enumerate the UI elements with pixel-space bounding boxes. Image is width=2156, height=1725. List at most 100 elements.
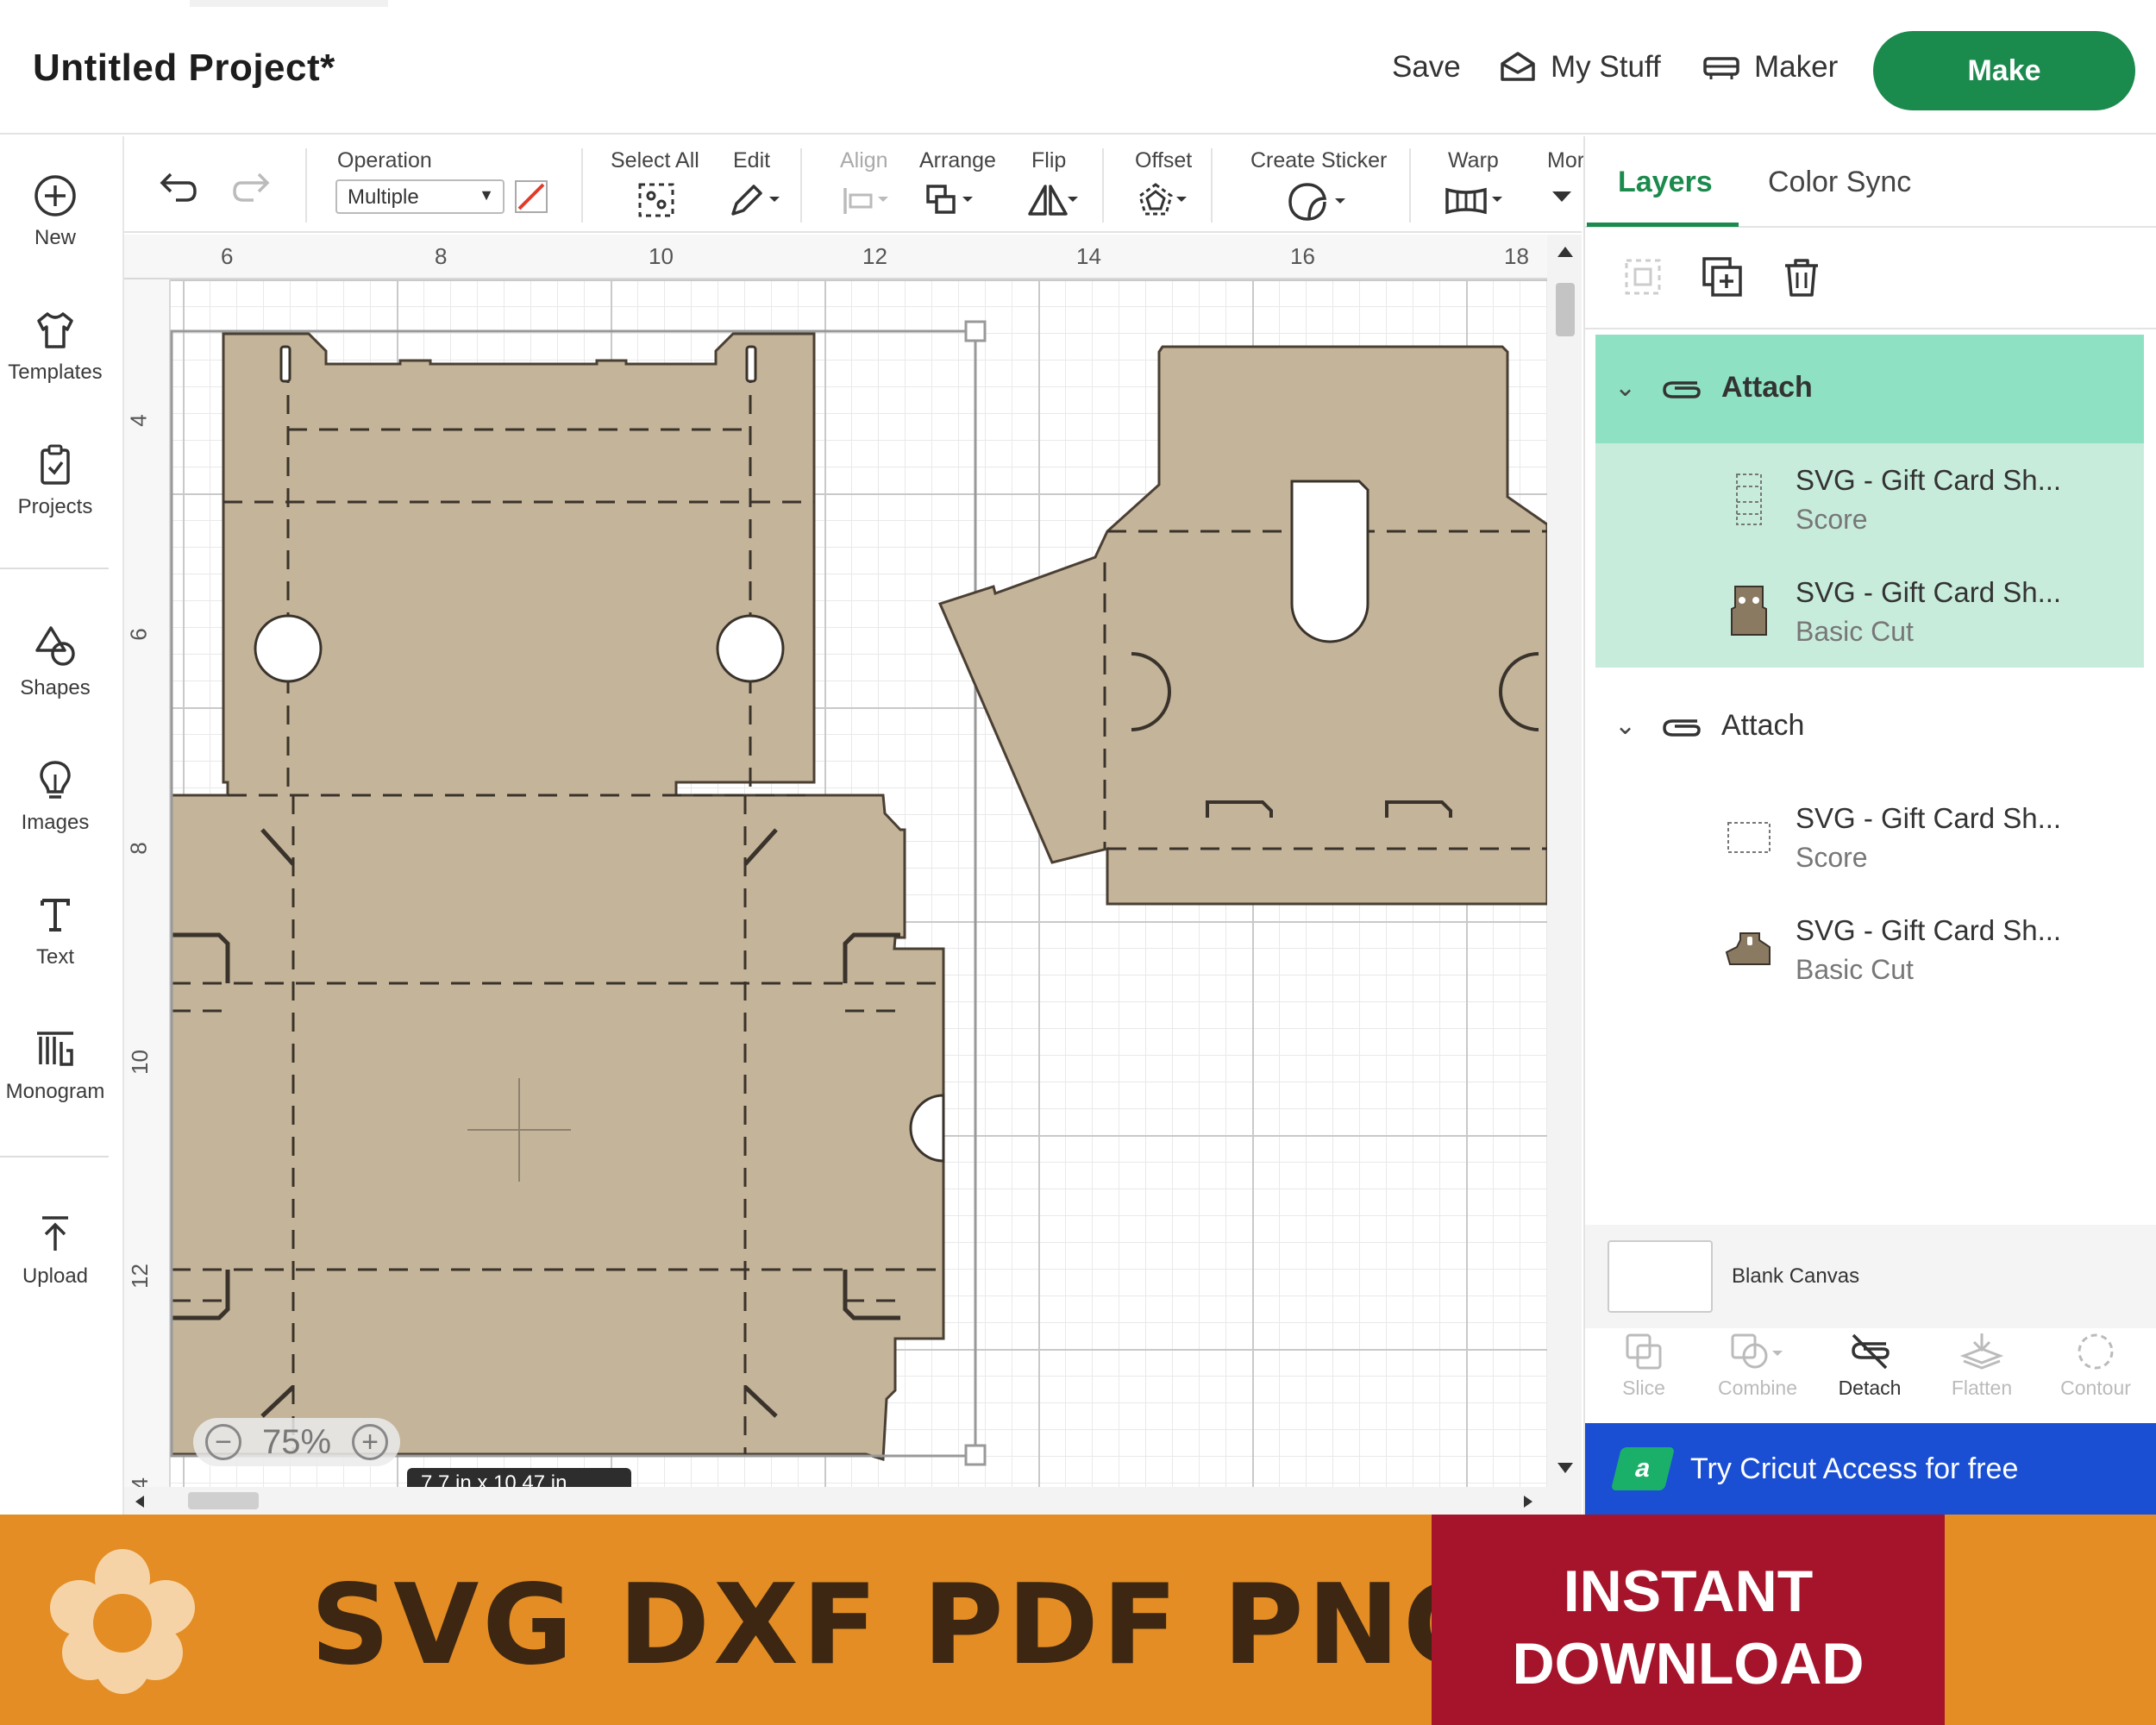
- inbox-icon: [1501, 52, 1535, 81]
- scroll-right-icon[interactable]: [1521, 1494, 1535, 1509]
- gift-card-sleeve[interactable]: [937, 345, 1547, 906]
- save-button[interactable]: Save: [1392, 50, 1461, 85]
- active-tab-indicator: [1587, 223, 1739, 227]
- sidebar-item-label: Projects: [17, 495, 93, 518]
- machine-icon: [1703, 57, 1739, 79]
- gift-card-box-template[interactable]: [170, 332, 945, 1461]
- undo-icon[interactable]: [155, 171, 198, 205]
- cricut-access-banner[interactable]: a Try Cricut Access for free: [1585, 1423, 2156, 1515]
- sidebar-item-images[interactable]: Images: [0, 757, 110, 835]
- file-formats-text: SVG DXF PDF PNG: [310, 1561, 1497, 1690]
- project-title[interactable]: Untitled Project*: [33, 47, 335, 90]
- offset-label: Offset: [1135, 148, 1193, 172]
- operation-select[interactable]: Multiple ▼: [335, 179, 505, 214]
- contour-button[interactable]: Contour: [2040, 1332, 2151, 1400]
- horizontal-scroll-thumb[interactable]: [188, 1492, 259, 1509]
- slice-button[interactable]: Slice: [1589, 1332, 1699, 1400]
- toolbar-divider: [800, 148, 802, 223]
- sidebar-item-shapes[interactable]: Shapes: [0, 623, 110, 700]
- my-stuff-button[interactable]: My Stuff: [1499, 50, 1661, 85]
- layer-type: Score: [1796, 504, 1868, 535]
- align-icon[interactable]: [840, 181, 892, 219]
- toolbar-divider: [305, 148, 307, 223]
- layer-group-header[interactable]: ⌄ Attach: [1595, 335, 2144, 443]
- make-button[interactable]: Make: [1873, 31, 2135, 110]
- toolbar-divider: [1102, 148, 1104, 223]
- sidebar-item-projects[interactable]: Projects: [0, 442, 110, 519]
- layer-name: SVG - Gift Card Sh...: [1796, 914, 2062, 946]
- sidebar-item-new[interactable]: New: [0, 172, 110, 250]
- sidebar-item-label: Shapes: [20, 676, 91, 699]
- zoom-value: 75%: [261, 1422, 332, 1461]
- layer-item[interactable]: SVG - Gift Card Sh... Score: [1595, 783, 2144, 895]
- browser-strip: [0, 0, 2156, 7]
- sidebar-item-text[interactable]: Text: [0, 892, 110, 969]
- pencil-icon[interactable]: [728, 181, 783, 219]
- scroll-down-icon[interactable]: [1556, 1459, 1575, 1477]
- redo-icon[interactable]: [231, 171, 274, 205]
- flower-logo-icon: [50, 1549, 195, 1694]
- horizontal-scrollbar[interactable]: [124, 1487, 1582, 1515]
- detach-button[interactable]: Detach: [1814, 1332, 1925, 1400]
- monogram-icon: [37, 1032, 73, 1066]
- layer-group-name: Attach: [1721, 709, 1805, 742]
- sleeve-outline: [937, 345, 1547, 906]
- offset-icon[interactable]: [1135, 181, 1190, 219]
- no-color-swatch[interactable]: [514, 179, 548, 214]
- zoom-in-button[interactable]: +: [352, 1424, 388, 1460]
- plus-circle-icon: [34, 175, 76, 216]
- attach-icon: [1663, 719, 1701, 737]
- maker-button[interactable]: Maker: [1702, 50, 1838, 85]
- sticker-icon[interactable]: [1287, 181, 1351, 224]
- layer-group: ⌄ Attach SVG - Gift Card Sh... Score SVG…: [1595, 335, 2144, 668]
- group-icon[interactable]: [1621, 255, 1664, 298]
- cut-layer-thumbnail: [1725, 932, 1771, 965]
- sidebar-item-upload[interactable]: Upload: [0, 1211, 110, 1289]
- design-layer: [170, 320, 1547, 1466]
- blank-canvas-row[interactable]: Blank Canvas: [1585, 1225, 2156, 1328]
- scroll-left-icon[interactable]: [133, 1494, 147, 1509]
- layer-name: SVG - Gift Card Sh...: [1796, 802, 2062, 834]
- zoom-out-button[interactable]: −: [205, 1424, 241, 1460]
- warp-icon[interactable]: [1444, 181, 1507, 219]
- scroll-up-icon[interactable]: [1556, 243, 1575, 260]
- operation-label: Operation: [337, 148, 432, 172]
- edit-toolbar: Operation Multiple ▼ Select All Edit Ali…: [124, 136, 1584, 233]
- layer-item[interactable]: SVG - Gift Card Sh... Basic Cut: [1595, 557, 2144, 669]
- cut-layer-thumbnail: [1731, 586, 1767, 636]
- clipboard-icon: [41, 444, 70, 485]
- sidebar-item-label: New: [34, 226, 76, 249]
- shirt-icon: [37, 312, 73, 348]
- blank-canvas-swatch[interactable]: [1608, 1240, 1713, 1313]
- arrange-label: Arrange: [919, 148, 996, 172]
- tab-layers[interactable]: Layers: [1618, 166, 1713, 199]
- toolbar-divider: [1211, 148, 1213, 223]
- warp-label: Warp: [1448, 148, 1499, 172]
- sidebar-item-monogram[interactable]: Monogram: [0, 1026, 110, 1104]
- layer-group-header[interactable]: ⌄ Attach: [1595, 673, 2144, 781]
- align-label: Align: [840, 148, 888, 172]
- cricut-access-logo: a: [1610, 1447, 1676, 1490]
- flip-icon[interactable]: [1025, 181, 1080, 219]
- vertical-scrollbar[interactable]: [1547, 235, 1582, 1487]
- design-canvas[interactable]: 6 8 10 12 14 16 18 4 6 8 10 12 14: [124, 235, 1582, 1515]
- tab-color-sync[interactable]: Color Sync: [1768, 166, 1911, 199]
- arrange-icon[interactable]: [923, 181, 978, 219]
- score-layer-thumbnail: [1727, 822, 1771, 853]
- layer-type: Basic Cut: [1796, 954, 1914, 985]
- duplicate-icon[interactable]: [1701, 255, 1744, 298]
- layer-item[interactable]: SVG - Gift Card Sh... Basic Cut: [1595, 895, 2144, 1007]
- chevron-down-icon[interactable]: ⌄: [1614, 373, 1636, 403]
- more-caret-icon[interactable]: [1549, 188, 1575, 205]
- vertical-scroll-thumb[interactable]: [1556, 283, 1575, 336]
- layer-item[interactable]: SVG - Gift Card Sh... Score: [1595, 445, 2144, 557]
- chevron-down-icon[interactable]: ⌄: [1614, 711, 1636, 741]
- flatten-button[interactable]: Flatten: [1927, 1332, 2037, 1400]
- flip-label: Flip: [1031, 148, 1067, 172]
- select-all-label: Select All: [611, 148, 699, 172]
- select-all-icon[interactable]: [636, 181, 676, 219]
- layer-group-name: Attach: [1721, 371, 1813, 404]
- combine-button[interactable]: Combine: [1702, 1332, 1813, 1400]
- trash-icon[interactable]: [1780, 255, 1823, 298]
- sidebar-item-templates[interactable]: Templates: [0, 307, 110, 385]
